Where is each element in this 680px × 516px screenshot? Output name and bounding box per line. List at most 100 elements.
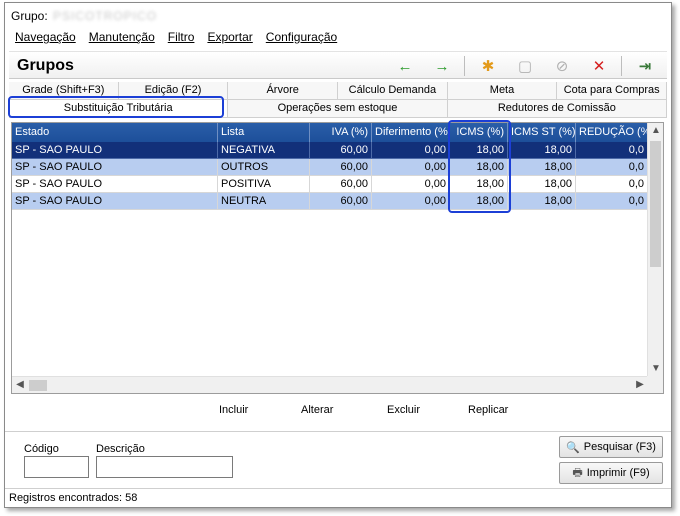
cell-diferimento: 0,00 (372, 193, 450, 210)
tab-operacoes-sem-estoque[interactable]: Operações sem estoque (228, 100, 448, 118)
excluir-button[interactable]: Excluir (387, 404, 420, 416)
column-header-reducao[interactable]: REDUÇÃO (%) (576, 123, 648, 142)
menu-bar: Navegação Manutenção Filtro Exportar Con… (15, 30, 337, 48)
menu-filtro[interactable]: Filtro (168, 30, 195, 48)
imprimir-button[interactable]: 🖶 Imprimir (F9) (559, 462, 663, 484)
pesquisar-label: Pesquisar (F3) (583, 441, 656, 453)
imprimir-label: Imprimir (F9) (586, 467, 650, 479)
pesquisar-button[interactable]: 🔍 Pesquisar (F3) (559, 436, 663, 458)
tab-calculo-demanda[interactable]: Cálculo Demanda (338, 82, 448, 100)
title-group-name: PSICOTROPICO (53, 9, 158, 23)
search-icon: 🔍 (566, 441, 580, 454)
codigo-label: Código (24, 443, 59, 455)
printer-icon: 🖶 (572, 466, 583, 479)
cell-reducao: 0,0 (576, 193, 648, 210)
cell-icms-st: 18,00 (508, 142, 576, 159)
column-header-icms[interactable]: ICMS (%) (450, 123, 508, 142)
menu-configuracao[interactable]: Configuração (266, 30, 337, 48)
table-row[interactable]: SP - SAO PAULO OUTROS 60,00 0,00 18,00 1… (12, 159, 648, 176)
main-window: Grupo: PSICOTROPICO Navegação Manutenção… (4, 2, 672, 508)
cell-reducao: 0,0 (576, 142, 648, 159)
cell-lista: NEGATIVA (218, 142, 310, 159)
column-header-lista[interactable]: Lista (218, 123, 310, 142)
horizontal-scrollbar[interactable]: ◀ ▶ (12, 376, 648, 393)
cell-icms: 18,00 (450, 159, 508, 176)
column-header-icms-st[interactable]: ICMS ST (%) (508, 123, 576, 142)
replicar-button[interactable]: Replicar (468, 404, 508, 416)
scroll-left-icon[interactable]: ◀ (12, 377, 28, 393)
cell-reducao: 0,0 (576, 159, 648, 176)
tab-redutores-comissao[interactable]: Redutores de Comissão (447, 100, 667, 118)
cell-diferimento: 0,00 (372, 176, 450, 193)
cell-icms: 18,00 (450, 193, 508, 210)
tab-substituicao-tributaria[interactable]: Substituição Tributária (9, 100, 229, 118)
status-bar: Registros encontrados: 58 (5, 488, 671, 506)
toolbar-separator (621, 56, 622, 76)
descricao-input[interactable] (96, 456, 233, 478)
cell-iva: 60,00 (310, 159, 372, 176)
column-header-diferimento[interactable]: Diferimento (%) (372, 123, 450, 142)
cell-reducao: 0,0 (576, 176, 648, 193)
cell-lista: NEUTRA (218, 193, 310, 210)
tab-arvore[interactable]: Árvore (228, 82, 339, 100)
scroll-down-icon[interactable]: ▼ (648, 361, 663, 377)
descricao-label: Descrição (96, 443, 145, 455)
horizontal-scroll-thumb[interactable] (29, 380, 47, 391)
table-row[interactable]: SP - SAO PAULO NEUTRA 60,00 0,00 18,00 1… (12, 193, 648, 210)
scroll-up-icon[interactable]: ▲ (648, 123, 663, 139)
scroll-right-icon[interactable]: ▶ (632, 377, 648, 393)
tabs-row-1: Grade (Shift+F3) Edição (F2) Árvore Cálc… (9, 82, 668, 100)
back-arrow-icon[interactable]: ← (391, 55, 419, 77)
delete-icon[interactable]: ✕ (585, 55, 613, 77)
cell-estado: SP - SAO PAULO (12, 193, 218, 210)
cell-estado: SP - SAO PAULO (12, 176, 218, 193)
header-bar: Grupos ← → ✱ ▢ ⊘ ✕ ⇥ (9, 51, 667, 79)
new-record-icon[interactable]: ✱ (474, 55, 502, 77)
cell-diferimento: 0,00 (372, 159, 450, 176)
menu-exportar[interactable]: Exportar (207, 30, 252, 48)
cell-estado: SP - SAO PAULO (12, 159, 218, 176)
scroll-corner (647, 376, 663, 393)
tab-grade[interactable]: Grade (Shift+F3) (9, 82, 119, 100)
cell-lista: POSITIVA (218, 176, 310, 193)
tabs-row-2: Substituição Tributária Operações sem es… (9, 100, 667, 118)
title-prefix: Grupo: (11, 9, 48, 23)
cell-lista: OUTROS (218, 159, 310, 176)
alterar-button[interactable]: Alterar (301, 404, 333, 416)
codigo-input[interactable] (24, 456, 89, 478)
tab-cota-compras[interactable]: Cota para Compras (557, 82, 668, 100)
cell-icms: 18,00 (450, 142, 508, 159)
tab-meta[interactable]: Meta (447, 82, 558, 100)
cell-icms-st: 18,00 (508, 176, 576, 193)
cell-icms: 18,00 (450, 176, 508, 193)
grid-actions: Incluir Alterar Excluir Replicar (11, 401, 664, 423)
menu-manutencao[interactable]: Manutenção (89, 30, 155, 48)
data-grid[interactable]: Estado Lista IVA (%) Diferimento (%) ICM… (11, 122, 664, 394)
tab-edicao[interactable]: Edição (F2) (118, 82, 229, 100)
records-count: Registros encontrados: 58 (9, 492, 138, 504)
toolbar: ← → ✱ ▢ ⊘ ✕ ⇥ (382, 55, 659, 77)
save-icon[interactable]: ▢ (511, 55, 539, 77)
forward-arrow-icon[interactable]: → (428, 55, 456, 77)
cell-diferimento: 0,00 (372, 142, 450, 159)
cell-iva: 60,00 (310, 176, 372, 193)
exit-icon[interactable]: ⇥ (631, 55, 659, 77)
table-row[interactable]: SP - SAO PAULO POSITIVA 60,00 0,00 18,00… (12, 176, 648, 193)
window-title: Grupo: PSICOTROPICO (11, 9, 157, 25)
cell-estado: SP - SAO PAULO (12, 142, 218, 159)
grid-header: Estado Lista IVA (%) Diferimento (%) ICM… (12, 123, 648, 142)
incluir-button[interactable]: Incluir (219, 404, 248, 416)
column-header-iva[interactable]: IVA (%) (310, 123, 372, 142)
column-header-estado[interactable]: Estado (12, 123, 218, 142)
cancel-icon[interactable]: ⊘ (548, 55, 576, 77)
table-row[interactable]: SP - SAO PAULO NEGATIVA 60,00 0,00 18,00… (12, 142, 648, 159)
cell-icms-st: 18,00 (508, 193, 576, 210)
page-title: Grupos (17, 57, 74, 74)
cell-iva: 60,00 (310, 142, 372, 159)
vertical-scroll-thumb[interactable] (650, 141, 661, 267)
cell-iva: 60,00 (310, 193, 372, 210)
cell-icms-st: 18,00 (508, 159, 576, 176)
vertical-scrollbar[interactable]: ▲ ▼ (647, 123, 663, 377)
menu-navegacao[interactable]: Navegação (15, 30, 76, 48)
toolbar-separator (464, 56, 465, 76)
